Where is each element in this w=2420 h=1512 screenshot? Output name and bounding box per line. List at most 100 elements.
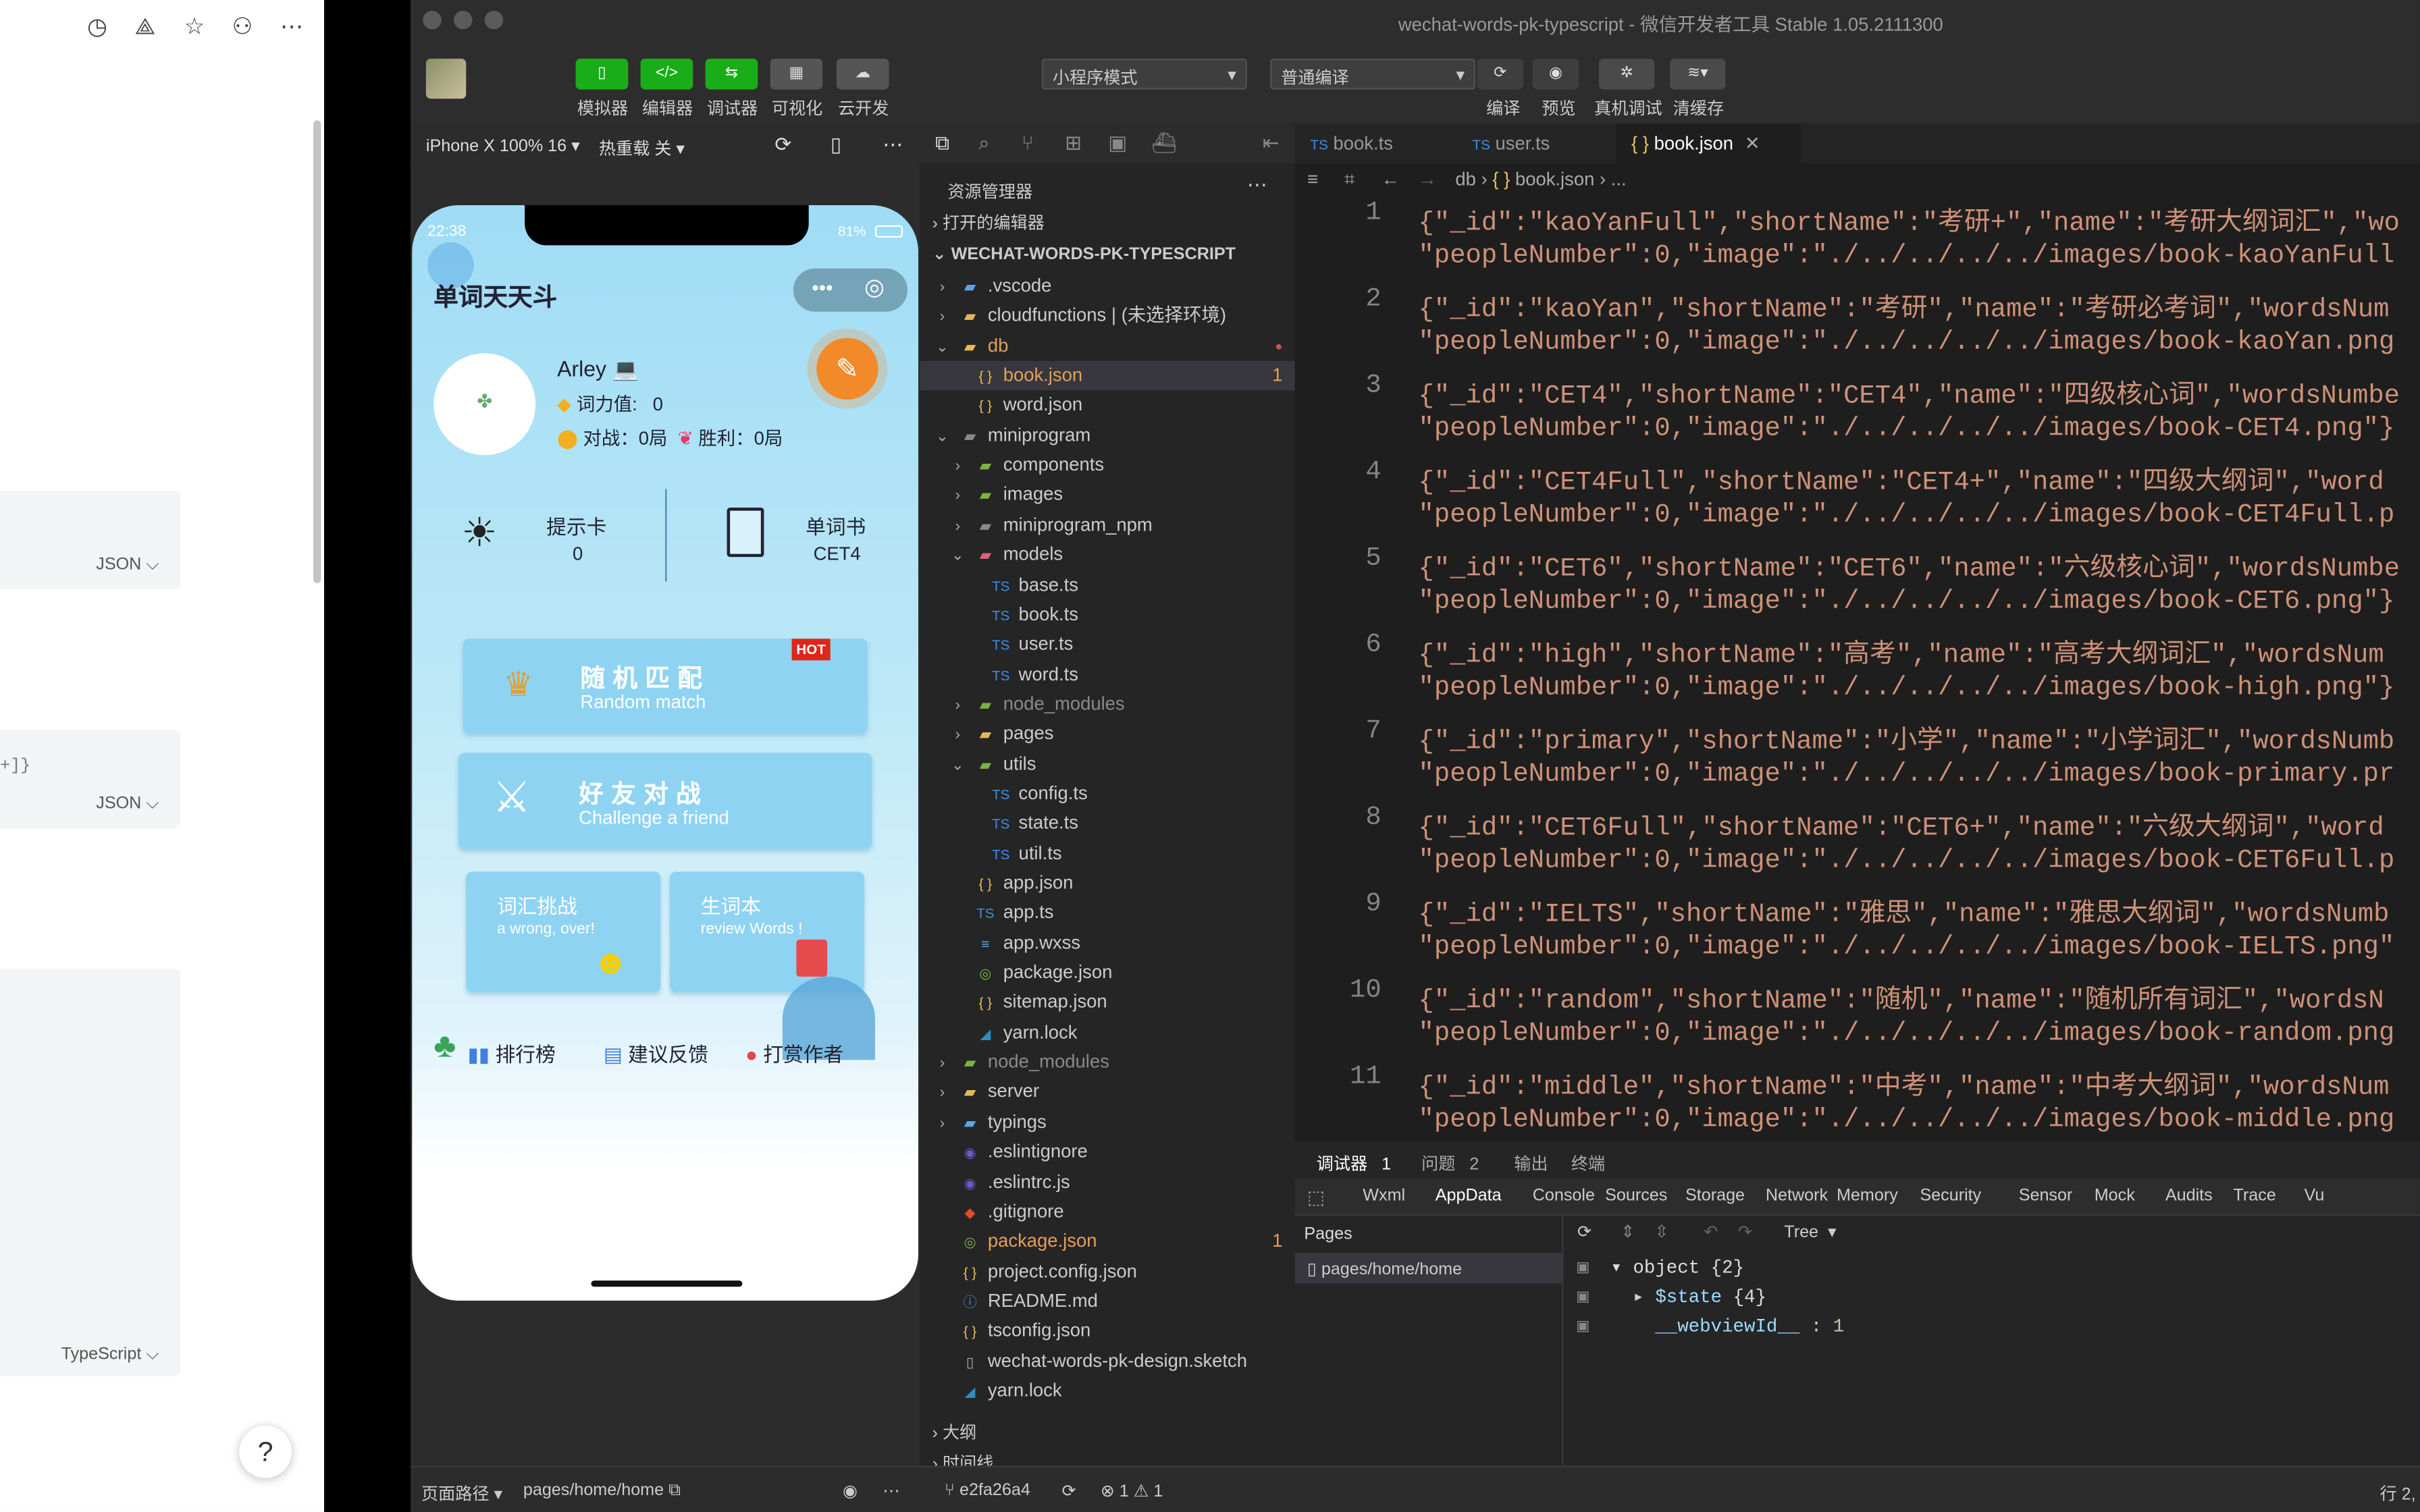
tree-item[interactable]: { } book.json 1	[920, 360, 1295, 391]
code-line[interactable]: "peopleNumber":0,"image":"./../../../../…	[1419, 1106, 2395, 1135]
code-line[interactable]: {"_id":"kaoYan","shortName":"考研","name":…	[1419, 286, 2390, 325]
tree-item[interactable]: TS base.ts	[920, 570, 1294, 599]
panel-tab[interactable]: Sensor	[2019, 1187, 2073, 1205]
compile-button[interactable]: ⟳	[1477, 58, 1523, 90]
sync-icon[interactable]: ⟳	[1062, 1481, 1076, 1501]
preview-button[interactable]: ◉	[1532, 58, 1579, 90]
tab-output[interactable]: 输出	[1514, 1151, 1548, 1176]
leaderboard-button[interactable]: ▮▮ 排行榜	[468, 1038, 556, 1067]
tree-row-webviewid[interactable]: ▣ __webviewId__ : 1	[1577, 1314, 1844, 1338]
redo-icon[interactable]: ↷	[1738, 1222, 1752, 1242]
undo-icon[interactable]: ↶	[1704, 1222, 1718, 1242]
tab-book-json[interactable]: { } book.json ✕	[1616, 123, 1801, 164]
simulator-toggle-button[interactable]: ▯	[575, 58, 629, 90]
tree-item[interactable]: › ▰ node_modules	[920, 689, 1294, 718]
settings-sun-icon[interactable]: ✎	[816, 338, 878, 400]
panel-tab[interactable]: Mock	[2095, 1187, 2135, 1205]
files-icon[interactable]: ⧉	[935, 131, 949, 156]
phone-icon[interactable]: ▯	[831, 133, 841, 158]
panel-tab[interactable]: Audits	[2165, 1187, 2213, 1205]
tree-item[interactable]: › ▰ server	[920, 1077, 1294, 1106]
tree-item[interactable]: ▯ wechat-words-pk-design.sketch	[920, 1346, 1294, 1375]
panel-tab[interactable]: Memory	[1837, 1187, 1898, 1205]
cloud-dev-button[interactable]: ☁	[836, 58, 889, 90]
tree-item[interactable]: ◢ yarn.lock	[920, 1376, 1294, 1405]
tree-item[interactable]: ≡ app.wxss	[920, 928, 1294, 957]
tab-terminal[interactable]: 终端	[1571, 1151, 1605, 1176]
tree-item[interactable]: › ▰ node_modules	[920, 1048, 1294, 1077]
tree-item[interactable]: { } sitemap.json	[920, 988, 1294, 1017]
refresh-icon[interactable]: ⟳	[774, 133, 791, 158]
tree-item[interactable]: ◉ .eslintrc.js	[920, 1167, 1294, 1196]
list-icon[interactable]: ≡	[1307, 168, 1318, 190]
editor-toggle-button[interactable]: </>	[640, 58, 693, 90]
git-icon[interactable]: ⑂	[1022, 131, 1034, 154]
code-line[interactable]: {"_id":"IELTS","shortName":"雅思","name":"…	[1419, 890, 2390, 930]
hot-reload-select[interactable]: 热重载 关 ▾	[599, 136, 685, 161]
tree-item[interactable]: ⌄ ▰ models	[920, 540, 1294, 569]
tree-item[interactable]: { } project.config.json	[920, 1257, 1294, 1286]
code-line[interactable]: {"_id":"CET6Full","shortName":"CET6+","n…	[1419, 804, 2384, 844]
panel-tab[interactable]: Wxml	[1363, 1187, 1405, 1205]
page-item[interactable]: ▯ pages/home/home	[1294, 1252, 1564, 1284]
tree-item[interactable]: ◎ package.json	[920, 959, 1294, 988]
open-editors-section[interactable]: › 打开的编辑器	[932, 210, 1045, 239]
project-section[interactable]: ⌄ WECHAT-WORDS-PK-TYPESCRIPT	[932, 241, 1236, 270]
star-icon[interactable]: ☆	[179, 12, 210, 43]
cloud-icon[interactable]: ▣	[1108, 131, 1127, 156]
tree-item[interactable]: TS book.ts	[920, 600, 1294, 629]
help-button[interactable]: ?	[239, 1425, 292, 1478]
panel-tab[interactable]: Storage	[1685, 1187, 1745, 1205]
code-card-2[interactable]: +]} JSON ⌵	[0, 730, 181, 829]
code-line[interactable]: "peopleNumber":0,"image":"./../../../../…	[1419, 761, 2395, 790]
code-line[interactable]: {"_id":"primary","shortName":"小学","name"…	[1419, 718, 2395, 757]
code-line[interactable]: {"_id":"CET6","shortName":"CET6","name":…	[1419, 545, 2400, 585]
language-select[interactable]: JSON ⌵	[96, 556, 159, 576]
tree-item[interactable]: TS app.ts	[920, 898, 1294, 927]
code-line[interactable]: "peopleNumber":0,"image":"./../../../../…	[1419, 847, 2395, 876]
avatar[interactable]	[425, 58, 467, 99]
code-card-1[interactable]: JSON ⌵	[0, 490, 181, 590]
tab-book-ts[interactable]: TS book.ts	[1295, 124, 1457, 163]
code-line[interactable]: "peopleNumber":0,"image":"./../../../../…	[1419, 934, 2395, 963]
close-window-button[interactable]	[423, 10, 442, 30]
code-line[interactable]: {"_id":"random","shortName":"随机","name":…	[1419, 977, 2384, 1017]
history-icon[interactable]: ◷	[82, 12, 113, 43]
tree-item[interactable]: ◉ .eslintignore	[920, 1137, 1294, 1166]
tree-item[interactable]: › ▰ .vscode	[920, 271, 1294, 300]
more-icon[interactable]: ⋯	[276, 12, 307, 43]
forward-icon[interactable]: →	[1419, 168, 1437, 190]
code-line[interactable]: {"_id":"CET4","shortName":"CET4","name":…	[1419, 372, 2400, 412]
explorer-more-icon[interactable]: ⋯	[1247, 173, 1267, 198]
debugger-toggle-button[interactable]: ⇆	[705, 58, 758, 90]
panel-tab[interactable]: Sources	[1605, 1187, 1667, 1205]
problems-indicator[interactable]: ⊗ 1 ⚠ 1	[1101, 1481, 1163, 1501]
tree-item[interactable]: TS user.ts	[920, 630, 1294, 659]
code-line[interactable]: "peopleNumber":0,"image":"./../../../../…	[1419, 1020, 2395, 1049]
inspect-icon[interactable]: ⬚	[1307, 1187, 1325, 1208]
page-path-select[interactable]: 页面路径 ▾	[421, 1481, 502, 1506]
visual-toggle-button[interactable]: ▦	[770, 58, 823, 90]
donate-button[interactable]: ● 打赏作者	[745, 1038, 843, 1067]
tree-item[interactable]: ◆ .gitignore	[920, 1197, 1294, 1226]
cursor-position[interactable]: 行 2,	[2380, 1481, 2416, 1506]
outline-section[interactable]: › 大纲	[932, 1420, 977, 1449]
code-line[interactable]: {"_id":"kaoYanFull","shortName":"考研+","n…	[1419, 199, 2400, 239]
eye-icon[interactable]: ◉	[843, 1481, 858, 1501]
bookmark-icon[interactable]: ⌗	[1344, 168, 1354, 191]
code-card-3[interactable]: TypeScript ⌵	[0, 969, 181, 1376]
minimize-window-button[interactable]	[453, 10, 473, 30]
add-user-icon[interactable]: ⚇	[227, 12, 258, 43]
tree-item[interactable]: TS util.ts	[920, 839, 1294, 868]
tree-item[interactable]: › ▰ typings	[920, 1108, 1294, 1137]
collapse-all-icon[interactable]: ⇳	[1654, 1222, 1668, 1242]
back-icon[interactable]: ←	[1382, 168, 1400, 190]
scrollbar[interactable]	[313, 120, 321, 583]
git-branch[interactable]: ⑂ e2fa26a4	[945, 1481, 1030, 1499]
clear-cache-button[interactable]: ≋▾	[1670, 58, 1726, 90]
compile-mode-select[interactable]: 普通编译 ▾	[1270, 58, 1476, 90]
new-words-button[interactable]: 生词本 review Words !	[669, 871, 864, 992]
panel-tab[interactable]: AppData	[1436, 1187, 1502, 1205]
tree-item[interactable]: ◢ yarn.lock	[920, 1018, 1294, 1047]
tree-item[interactable]: ⌄ ▰ miniprogram	[920, 421, 1294, 450]
